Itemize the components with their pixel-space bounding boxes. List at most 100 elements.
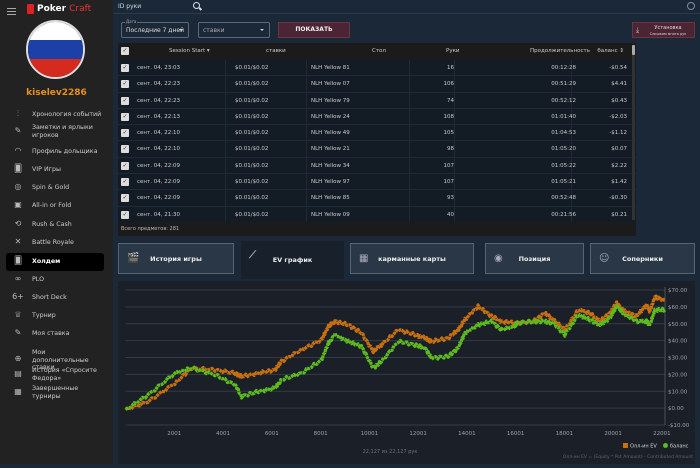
- table-scrollbar[interactable]: [632, 45, 635, 220]
- select-all-checkbox[interactable]: ✓: [121, 47, 129, 55]
- y-tick-label: $0.00: [668, 406, 684, 412]
- table-row[interactable]: ✓ сент. 04, 22:09 $0.01/$0.02 NLH Yellow 85…: [118, 190, 636, 207]
- cell-hands: 74: [447, 97, 454, 104]
- date-select[interactable]: Дата Последние 7 дней: [121, 19, 189, 38]
- row-checkbox[interactable]: ✓: [121, 178, 129, 187]
- y-tick-label: -$10.00: [668, 423, 690, 429]
- sidebar-item-4[interactable]: ◎ Spin & Gold: [6, 183, 104, 193]
- date-label: Дата: [125, 19, 138, 24]
- sidebar-item-6[interactable]: ⟲ Rush & Cash: [6, 220, 104, 230]
- table-header: ✓ Session Start ▾ ставки Стол Руки Продо…: [118, 43, 636, 60]
- cell-table-name: NLH Yellow 34: [311, 162, 350, 169]
- ev-chart: $70.00 $60.00 $50.00 $40.00 $30.00 $20.00 $10.…: [124, 287, 693, 460]
- y-tick-label: $40.00: [668, 339, 688, 345]
- row-checkbox[interactable]: ✓: [121, 194, 129, 203]
- cell-hands: 108: [443, 113, 455, 120]
- header-stakes[interactable]: ставки: [266, 43, 286, 60]
- sidebar-item-label: Short Deck: [32, 294, 67, 302]
- hand-id-search-label[interactable]: ID руки: [118, 3, 141, 10]
- menu-icon[interactable]: [7, 8, 16, 15]
- sidebar-item-11[interactable]: ♕ Турнир: [6, 311, 104, 321]
- tab-1[interactable]: ⟋ EV график: [241, 241, 344, 279]
- search-icon[interactable]: [193, 2, 200, 9]
- sidebar-item-2[interactable]: ◠ Профиль дольщика: [6, 147, 104, 157]
- sidebar-item-10[interactable]: 6+ Short Deck: [6, 293, 104, 303]
- sidebar-item-15[interactable]: ▦ Завершенные турниры: [6, 385, 104, 400]
- table-row[interactable]: ✓ сент. 04, 22:23 $0.01/$0.02 NLH Yellow 07…: [118, 76, 636, 93]
- allin-icon: ▣: [14, 200, 22, 209]
- header-hands[interactable]: Руки: [446, 43, 459, 60]
- cell-table-name: NLH Yellow 24: [311, 113, 350, 120]
- table-row[interactable]: ✓ сент. 04, 22:10 $0.01/$0.02 NLH Yellow 49…: [118, 125, 636, 142]
- header-session-start[interactable]: Session Start ▾: [169, 43, 210, 60]
- row-checkbox[interactable]: ✓: [121, 161, 129, 170]
- x-tick-label: 8001: [314, 431, 328, 437]
- sidebar-item-5[interactable]: ▣ All-in or Fold: [6, 201, 104, 211]
- cell-session-start: сент. 04, 22:13: [137, 113, 181, 120]
- cell-hands: 98: [447, 146, 454, 153]
- cell-stakes: $0.01/$0.02: [235, 130, 269, 137]
- tab-0[interactable]: 🎬 История игры: [118, 243, 234, 274]
- cell-stakes: $0.01/$0.02: [235, 146, 269, 153]
- legend-label: баланс: [670, 444, 689, 450]
- table-row[interactable]: ✓ сент. 04, 23:03 $0.01/$0.02 NLH Yellow 81…: [118, 60, 636, 77]
- spin-icon: ◎: [14, 182, 22, 191]
- tab-4[interactable]: ☺ Соперники: [590, 243, 695, 274]
- ev-formula-note: Олл-ин EV = (Equity * Pot Amount) - Cont…: [563, 454, 693, 460]
- row-checkbox[interactable]: ✓: [121, 80, 129, 89]
- cell-session-start: сент. 04, 22:09: [137, 179, 181, 186]
- sidebar-item-12[interactable]: ✎ Моя ставка: [6, 329, 104, 339]
- username: kiselev2286: [26, 88, 87, 98]
- x-tick-label: 12001: [409, 431, 427, 437]
- row-checkbox[interactable]: ✓: [121, 96, 129, 105]
- cell-stakes: $0.01/$0.02: [235, 179, 269, 186]
- sidebar-item-14[interactable]: ▤ История «Спросите Федора»: [6, 367, 104, 382]
- avatar[interactable]: [26, 20, 85, 79]
- table-row[interactable]: ✓ сент. 04, 21:30 $0.01/$0.02 NLH Yellow 09…: [118, 207, 636, 223]
- install-button[interactable]: ⤓ Установка Слишком много рук: [632, 22, 695, 38]
- x-tick-label: 20001: [604, 431, 622, 437]
- sidebar-item-8[interactable]: 🂠 Холдем: [6, 253, 104, 271]
- table-row[interactable]: ✓ сент. 04, 22:23 $0.01/$0.02 NLH Yellow 79…: [118, 93, 636, 109]
- row-checkbox[interactable]: ✓: [121, 64, 129, 72]
- table-row[interactable]: ✓ сент. 04, 22:09 $0.01/$0.02 NLH Yellow 34…: [118, 158, 636, 175]
- header-duration[interactable]: Продолжительность: [530, 43, 590, 60]
- tab-2[interactable]: ▦ карманные карты: [350, 243, 474, 274]
- row-checkbox[interactable]: ✓: [121, 129, 129, 138]
- sidebar-item-1[interactable]: ✎ Заметки и ярлыки игроков: [6, 124, 104, 139]
- x-tick-label: 22001: [653, 431, 671, 437]
- stakes-value: ставки: [203, 27, 225, 34]
- table-row[interactable]: ✓ сент. 04, 22:10 $0.01/$0.02 NLH Yellow 21…: [118, 141, 636, 158]
- cell-duration: 01:05:20: [551, 146, 576, 153]
- download-icon: ⤓: [636, 26, 640, 34]
- table-row[interactable]: ✓ сент. 04, 22:09 $0.01/$0.02 NLH Yellow 97…: [118, 174, 636, 191]
- stakes-select[interactable]: ставки: [198, 22, 270, 38]
- sidebar-item-7[interactable]: ✕ Battle Royale: [6, 238, 104, 248]
- row-checkbox[interactable]: ✓: [121, 112, 129, 121]
- cell-duration: 00:51:29: [551, 81, 576, 88]
- table-row[interactable]: ✓ сент. 04, 22:13 $0.01/$0.02 NLH Yellow 24…: [118, 109, 636, 126]
- cell-balance: $1.42: [611, 179, 627, 186]
- tab-3[interactable]: ◉ Позиция: [485, 243, 584, 274]
- legend-label: Олл-ин EV: [630, 444, 657, 450]
- sidebar-item-label: Spin & Gold: [32, 184, 70, 192]
- cell-balance: $0.21: [611, 211, 627, 218]
- logo-text-accent: Craft: [69, 4, 92, 14]
- history-icon: ▤: [14, 368, 22, 378]
- header-table[interactable]: Стол: [372, 43, 386, 60]
- cell-session-start: сент. 04, 22:10: [137, 130, 181, 137]
- sidebar-item-3[interactable]: 🂠 VIP Игры: [6, 165, 104, 175]
- row-checkbox[interactable]: ✓: [121, 145, 129, 154]
- sidebar-item-0[interactable]: ⫶ Хронология событий: [6, 110, 104, 120]
- show-button[interactable]: ПОКАЗАТЬ: [278, 22, 350, 38]
- cell-table-name: NLH Yellow 81: [311, 65, 350, 71]
- sidebar-item-9[interactable]: ∞ PLO: [6, 275, 104, 285]
- x-tick-label: 18001: [556, 431, 574, 437]
- x-tick-label: 2001: [167, 431, 181, 437]
- swords-icon: ✕: [14, 237, 22, 246]
- cell-duration: 01:04:53: [551, 130, 576, 137]
- globe-icon[interactable]: [687, 2, 695, 10]
- cell-table-name: NLH Yellow 07: [311, 81, 350, 88]
- row-checkbox[interactable]: ✓: [121, 210, 129, 219]
- header-balance[interactable]: баланс ⇕: [597, 43, 624, 60]
